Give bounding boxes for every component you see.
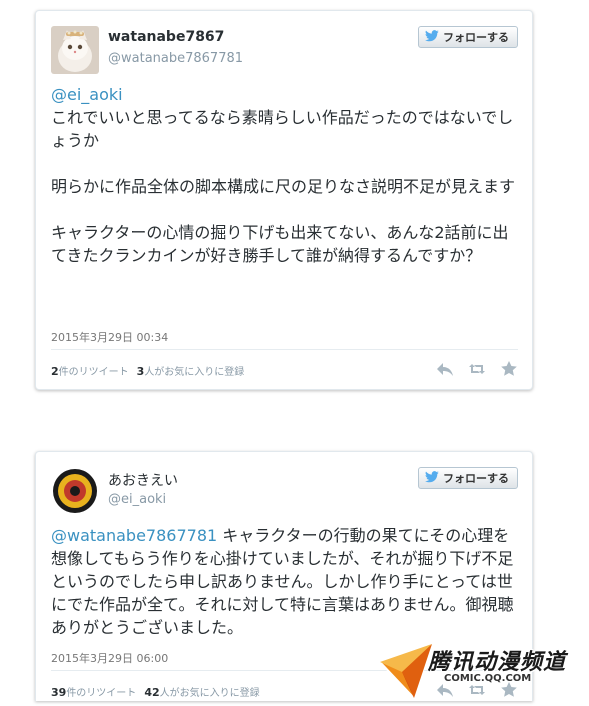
user-handle[interactable]: @ei_aoki bbox=[108, 492, 166, 507]
retweet-stat[interactable]: 39件のリツイート bbox=[51, 684, 136, 699]
retweet-count: 2 bbox=[51, 365, 59, 378]
display-name[interactable]: watanabe7867 bbox=[108, 29, 224, 45]
site-watermark: 腾讯动漫频道 COMIC.QQ.COM bbox=[378, 640, 583, 702]
favorite-stat[interactable]: 3人がお気に入りに登録 bbox=[137, 363, 245, 378]
favorite-count: 42 bbox=[144, 686, 160, 699]
favorite-stat-label: 人がお気に入りに登録 bbox=[144, 367, 245, 378]
retweet-stat[interactable]: 2件のリツイート bbox=[51, 363, 129, 378]
retweet-icon[interactable] bbox=[468, 361, 486, 377]
avatar[interactable] bbox=[51, 467, 99, 515]
retweet-stat-label: 件のリツイート bbox=[58, 367, 129, 378]
favorite-stat[interactable]: 42人がお気に入りに登録 bbox=[144, 684, 259, 699]
tweet-text: @ei_aoki これでいいと思ってるなら素晴らしい作品だったのではないでしょう… bbox=[51, 83, 518, 267]
tweet-card: watanabe7867 @watanabe7867781 フォローする @ei… bbox=[35, 10, 533, 390]
retweet-stat-label: 件のリツイート bbox=[66, 688, 137, 699]
follow-button[interactable]: フォローする bbox=[418, 26, 518, 48]
follow-button[interactable]: フォローする bbox=[418, 467, 518, 489]
tweet-body: これでいいと思ってるなら素晴らしい作品だったのではないでしょうか 明らかに作品全… bbox=[51, 108, 516, 265]
watermark-title: 腾讯动漫频道 bbox=[428, 650, 567, 675]
timestamp[interactable]: 2015年3月29日 06:00 bbox=[51, 650, 168, 666]
watermark-url: COMIC.QQ.COM bbox=[444, 673, 532, 684]
timestamp[interactable]: 2015年3月29日 00:34 bbox=[51, 329, 168, 345]
favorite-star-icon[interactable] bbox=[500, 361, 518, 377]
reply-icon[interactable] bbox=[436, 361, 454, 377]
mention-link[interactable]: @ei_aoki bbox=[51, 85, 123, 104]
follow-label: フォローする bbox=[443, 31, 509, 44]
mention-link[interactable]: @watanabe7867781 bbox=[51, 526, 217, 545]
twitter-bird-icon bbox=[425, 29, 439, 45]
divider bbox=[51, 349, 518, 350]
favorite-stat-label: 人がお気に入りに登録 bbox=[159, 688, 260, 699]
display-name[interactable]: あおきえい bbox=[108, 470, 178, 490]
follow-label: フォローする bbox=[443, 472, 509, 485]
user-handle[interactable]: @watanabe7867781 bbox=[108, 51, 243, 66]
tweet-stats: 39件のリツイート 42人がお気に入りに登録 bbox=[51, 684, 260, 699]
paper-plane-icon bbox=[378, 642, 434, 704]
tweet-actions bbox=[436, 361, 518, 377]
retweet-count: 39 bbox=[51, 686, 67, 699]
tweet-text: @watanabe7867781 キャラクターの行動の果てにその心理を想像しても… bbox=[51, 524, 518, 639]
twitter-bird-icon bbox=[425, 470, 439, 486]
avatar[interactable] bbox=[51, 26, 99, 74]
tweet-stats: 2件のリツイート 3人がお気に入りに登録 bbox=[51, 363, 244, 378]
